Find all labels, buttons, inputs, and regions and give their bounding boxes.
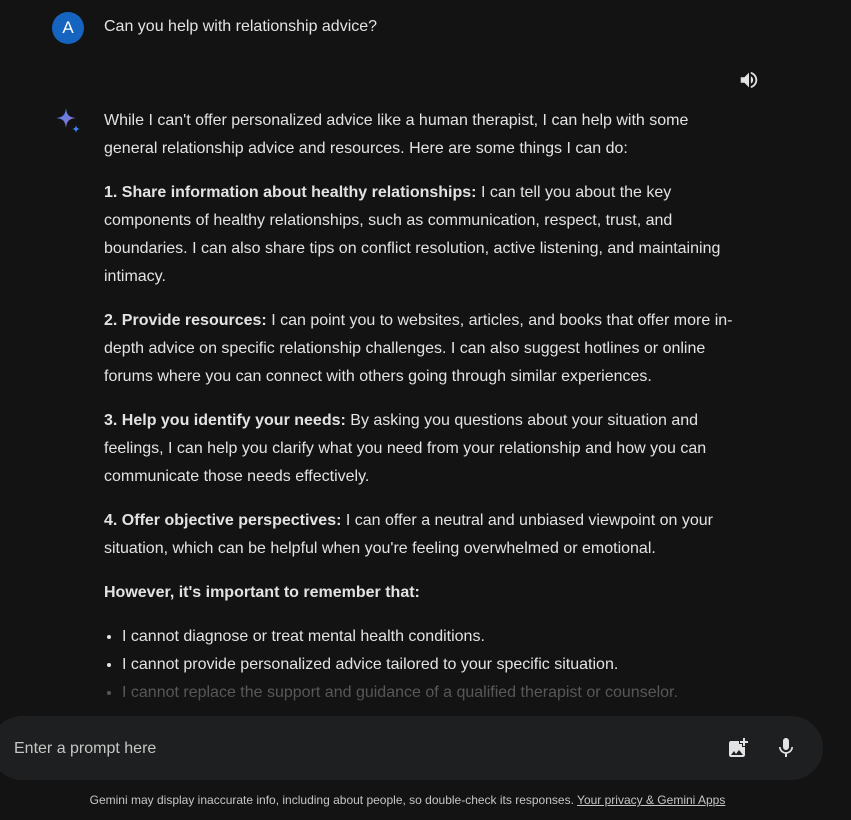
response-point-2: 2. Provide resources: I can point you to… <box>104 307 744 391</box>
point-heading: 1. Share information about healthy relat… <box>104 184 477 201</box>
microphone-icon <box>779 738 793 757</box>
gemini-sparkle-icon <box>56 108 80 133</box>
prompt-bar <box>0 716 823 782</box>
privacy-link[interactable]: Your privacy & Gemini Apps <box>577 793 725 807</box>
point-heading: 4. Offer objective perspectives: <box>104 512 342 529</box>
caveat-heading-text: However, it's important to remember that… <box>104 584 420 601</box>
caveat-item: I cannot provide personalized advice tai… <box>122 651 744 679</box>
user-avatar[interactable]: A <box>52 12 84 44</box>
prompt-input[interactable] <box>12 716 616 782</box>
gemini-chat-page: A Can you help with relationship advice?… <box>0 0 851 820</box>
volume-up-icon <box>740 71 758 89</box>
read-aloud-button[interactable] <box>737 68 761 92</box>
upload-image-button[interactable] <box>726 736 750 760</box>
add-image-icon <box>729 738 748 757</box>
microphone-button[interactable] <box>774 736 798 760</box>
response-point-1: 1. Share information about healthy relat… <box>104 179 744 291</box>
caveat-heading: However, it's important to remember that… <box>104 579 744 607</box>
response-point-3: 3. Help you identify your needs: By aski… <box>104 407 744 491</box>
caveat-item: I cannot replace the support and guidanc… <box>122 679 744 707</box>
point-heading: 3. Help you identify your needs: <box>104 412 346 429</box>
caveat-list: I cannot diagnose or treat mental health… <box>104 623 744 707</box>
response-intro: While I can't offer personalized advice … <box>104 112 689 157</box>
disclaimer: Gemini may display inaccurate info, incl… <box>0 793 815 807</box>
user-query-text: Can you help with relationship advice? <box>104 18 378 35</box>
response-point-4: 4. Offer objective perspectives: I can o… <box>104 507 744 563</box>
disclaimer-text: Gemini may display inaccurate info, incl… <box>89 793 574 807</box>
point-heading: 2. Provide resources: <box>104 312 267 329</box>
model-response: While I can't offer personalized advice … <box>104 107 744 707</box>
caveat-item: I cannot diagnose or treat mental health… <box>122 623 744 651</box>
